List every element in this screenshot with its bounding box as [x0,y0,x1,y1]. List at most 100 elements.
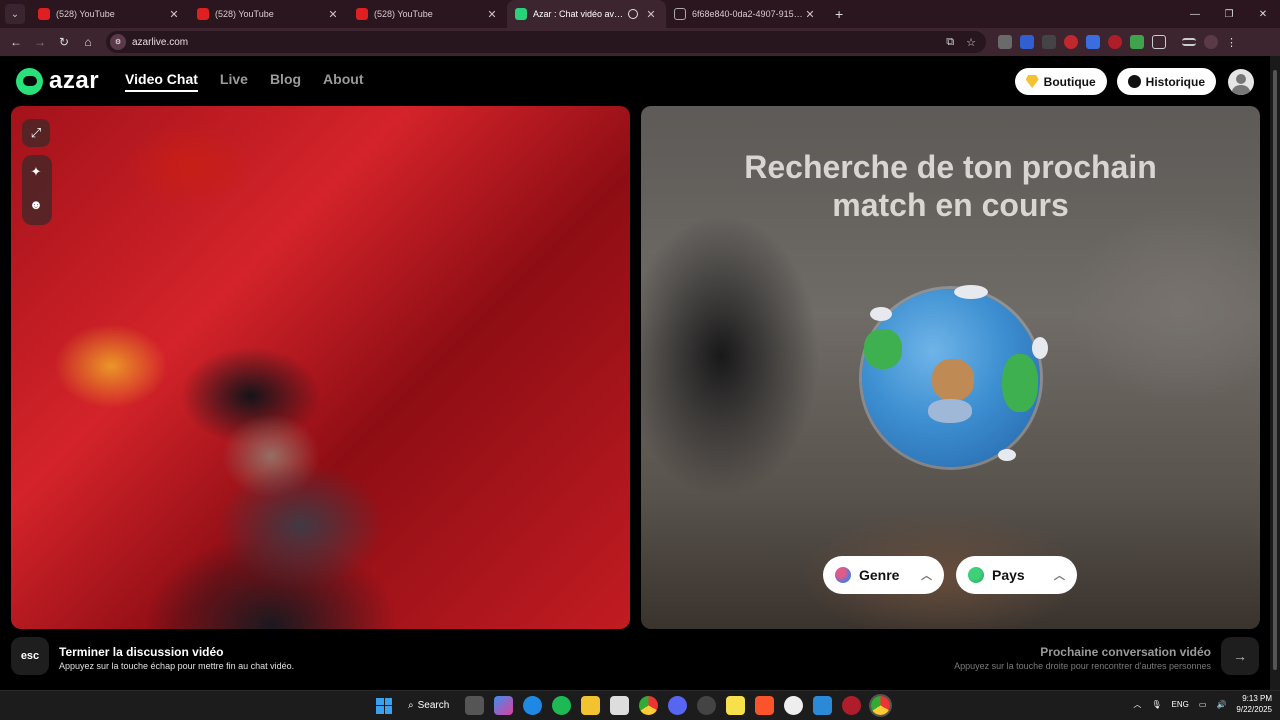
history-button[interactable]: Historique [1116,68,1216,95]
site-info-icon[interactable]: ⚙ [110,34,126,50]
discord-icon[interactable] [668,696,688,715]
extension-icon[interactable] [998,35,1012,49]
azar-logo-icon [16,67,43,95]
taskbar-search[interactable]: ⌕ Search [402,700,455,711]
azar-logo[interactable]: azar [16,67,99,95]
close-tab-icon[interactable]: ✕ [167,8,181,21]
extension-icon[interactable] [1064,35,1078,49]
tab-search-icon[interactable]: ⌄ [5,4,25,24]
tray-chevron-icon[interactable]: ︿ [1133,699,1141,710]
browser-tab-active[interactable]: Azar : Chat vidéo avec de n ✕ [507,0,666,28]
microphone-icon[interactable]: 🎙 [1151,700,1161,709]
nav-blog[interactable]: Blog [270,71,301,92]
brave-icon[interactable] [755,696,775,715]
next-chat-hint: Appuyez sur la touche droite pour rencon… [954,661,1211,671]
browser-tab[interactable]: (528) YouTube ✕ [30,0,189,28]
sticky-notes-icon[interactable] [726,696,746,715]
profile-avatar[interactable] [1204,35,1218,49]
close-tab-icon[interactable]: ✕ [485,8,499,21]
globe-icon [862,285,1048,467]
language-indicator[interactable]: ENG [1172,700,1189,709]
esc-key-button[interactable]: esc [11,637,49,675]
clock-time: 9:13 PM [1242,694,1272,703]
chatgpt-icon[interactable] [784,696,804,715]
boutique-label: Boutique [1043,74,1096,89]
effects-group: ✦ ☻ [22,155,52,225]
nav-about[interactable]: About [323,71,363,92]
home-icon[interactable]: ⌂ [76,35,100,49]
azar-page: azar Video Chat Live Blog About Boutique… [0,56,1270,690]
steam-icon[interactable] [697,696,717,715]
extension-icon[interactable] [1086,35,1100,49]
windows-start-icon[interactable] [376,697,392,714]
chrome-active-icon[interactable] [871,696,891,715]
chrome-icon[interactable] [639,696,659,715]
opera-icon[interactable] [842,696,862,715]
boutique-button[interactable]: Boutique [1014,68,1107,95]
expand-icon[interactable]: ⤢ [22,119,50,147]
address-bar-row: ← → ↻ ⌂ ⚙ azarlive.com ⧉ ☆ ⋮ [0,28,1280,56]
country-globe-icon [968,567,984,583]
minimize-icon[interactable]: — [1178,0,1212,28]
title-line-1: Recherche de ton prochain [744,149,1157,185]
taskbar-apps: ⌕ Search [376,696,891,715]
logo-text: azar [49,67,100,94]
extension-icon[interactable] [1042,35,1056,49]
match-filters: Genre ︿ Pays ︿ [823,556,1077,594]
gem-icon [1025,75,1039,88]
clock-icon [1127,75,1141,88]
new-tab-icon[interactable]: + [835,6,843,22]
bookmark-star-icon[interactable]: ☆ [966,36,976,49]
clock-date: 9/22/2025 [1236,705,1272,714]
face-filter-icon[interactable]: ☻ [22,190,50,218]
extension-icon[interactable] [1108,35,1122,49]
tab-title: Azar : Chat vidéo avec de n [533,9,628,19]
photos-icon[interactable] [813,696,833,715]
reload-icon[interactable]: ↻ [52,35,76,49]
url-field[interactable]: ⚙ azarlive.com ⧉ ☆ [106,31,986,53]
sparkle-effects-icon[interactable]: ✦ [22,158,50,186]
next-arrow-button[interactable]: → [1221,637,1259,675]
extension-icon[interactable] [1020,35,1034,49]
country-filter-button[interactable]: Pays ︿ [956,556,1077,594]
install-app-icon[interactable]: ⧉ [946,36,954,49]
restore-icon[interactable]: ❐ [1212,0,1246,28]
network-icon[interactable]: ▭ [1199,700,1207,709]
extension-icon[interactable] [1130,35,1144,49]
nav-video-chat[interactable]: Video Chat [125,71,198,92]
more-menu-icon[interactable]: ⋮ [1226,36,1237,49]
user-avatar[interactable] [1228,68,1254,95]
gender-label: Genre [859,567,900,583]
edge-icon[interactable] [523,696,543,715]
task-view-icon[interactable] [465,696,485,715]
search-icon: ⌕ [408,700,414,711]
youtube-icon [356,8,368,20]
close-tab-icon[interactable]: ✕ [644,8,658,21]
self-camera-view [11,106,630,629]
close-tab-icon[interactable]: ✕ [326,8,340,21]
tab-title: (528) YouTube [374,9,433,19]
browser-tab[interactable]: 6f68e840-0da2-4907-915b-c9 ✕ [666,0,825,28]
nav-live[interactable]: Live [220,71,248,92]
back-icon[interactable]: ← [4,35,28,49]
page-scrollbar[interactable] [1270,56,1280,690]
system-tray: ︿ 🎙 ENG ▭ 🔊 9:13 PM 9/22/2025 [1133,693,1272,715]
url-text: azarlive.com [132,36,189,48]
taskbar-clock[interactable]: 9:13 PM 9/22/2025 [1236,693,1272,715]
close-window-icon[interactable]: ✕ [1246,0,1280,28]
reading-list-icon[interactable] [1182,38,1196,46]
close-tab-icon[interactable]: ✕ [803,8,817,21]
browser-tab[interactable]: (528) YouTube ✕ [348,0,507,28]
gender-filter-button[interactable]: Genre ︿ [823,556,944,594]
store-icon[interactable] [610,696,630,715]
copilot-icon[interactable] [494,696,514,715]
volume-icon[interactable]: 🔊 [1216,700,1226,709]
spotify-icon[interactable] [552,696,572,715]
tab-title: 6f68e840-0da2-4907-915b-c9 [692,9,803,19]
site-header: azar Video Chat Live Blog About Boutique… [0,56,1270,106]
browser-tab[interactable]: (528) YouTube ✕ [189,0,348,28]
file-explorer-icon[interactable] [581,696,601,715]
puzzle-icon[interactable] [1152,35,1166,49]
document-icon [674,8,686,20]
forward-icon[interactable]: → [28,35,52,49]
